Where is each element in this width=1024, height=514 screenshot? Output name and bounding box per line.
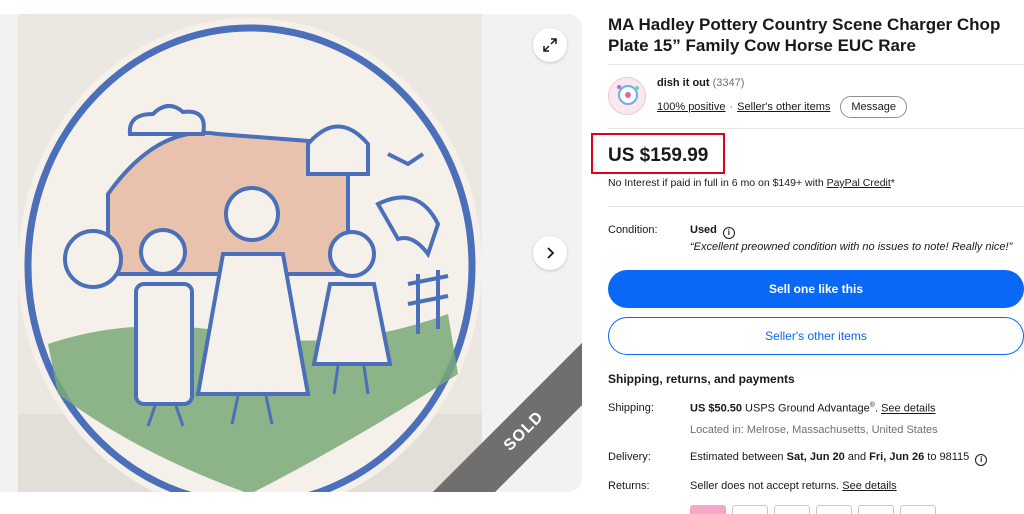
returns-value: Seller does not accept returns. See deta… (690, 480, 897, 492)
seller-logo-icon (609, 78, 645, 114)
item-info-panel: MA Hadley Pottery Country Scene Charger … (591, 0, 1024, 514)
delivery-label: Delivery: (608, 451, 651, 463)
condition-description: “Excellent preowned condition with no is… (690, 241, 1013, 253)
delivery-prefix: Estimated between (690, 451, 787, 463)
condition-label: Condition: (608, 224, 658, 236)
sellers-other-items-link[interactable]: Seller's other items (737, 101, 830, 113)
payment-icon (858, 505, 894, 514)
plate-image (18, 14, 482, 492)
shipping-price: US $50.50 (690, 402, 742, 415)
returns-see-details-link[interactable]: See details (842, 480, 896, 492)
seller-card: dish it out (3347) 100% positive · Selle… (608, 74, 1024, 120)
expand-button[interactable] (533, 28, 567, 62)
shipping-value: US $50.50 USPS Ground Advantage®. See de… (690, 402, 936, 415)
seller-links: 100% positive · Seller's other items Mes… (657, 96, 908, 118)
financing-copy: No Interest if paid in full in 6 mo on $… (608, 177, 827, 189)
payment-icon (774, 505, 810, 514)
returns-label: Returns: (608, 480, 650, 492)
image-gallery: SOLD (0, 14, 582, 492)
seller-feedback-count: (3347) (712, 77, 745, 89)
seller-avatar[interactable] (608, 77, 646, 115)
shipping-service: USPS Ground Advantage (741, 402, 870, 415)
divider (608, 64, 1024, 65)
delivery-suffix: to 98115 (924, 451, 970, 463)
divider (608, 128, 1024, 129)
info-icon[interactable]: i (722, 226, 735, 239)
delivery-value: Estimated between Sat, Jun 20 and Fri, J… (690, 451, 988, 466)
seller-name[interactable]: dish it out (657, 77, 710, 89)
message-button[interactable]: Message (840, 96, 908, 118)
payment-icon (732, 505, 768, 514)
positive-feedback-link[interactable]: 100% positive (657, 101, 726, 113)
seller-name-line: dish it out (3347) (657, 77, 744, 89)
divider (608, 206, 1024, 207)
payment-methods (690, 505, 936, 514)
returns-text: Seller does not accept returns. (690, 480, 843, 492)
chevron-right-icon (547, 247, 555, 259)
item-photo[interactable] (18, 14, 482, 492)
sold-label: SOLD (500, 408, 548, 455)
shipping-label: Shipping: (608, 402, 654, 414)
shipping-see-details-link[interactable]: See details (881, 403, 935, 415)
condition-value-line: Used i (690, 224, 735, 239)
delivery-start: Sat, Jun 20 (786, 451, 845, 463)
sell-one-like-this-button[interactable]: Sell one like this (608, 270, 1024, 308)
sellers-other-items-button[interactable]: Seller's other items (608, 317, 1024, 355)
delivery-and: and (844, 451, 870, 463)
item-location: Located in: Melrose, Massachusetts, Unit… (690, 424, 938, 436)
listing-title: MA Hadley Pottery Country Scene Charger … (608, 15, 1001, 55)
payment-icon (816, 505, 852, 514)
info-icon[interactable]: i (975, 453, 988, 466)
separator-dot: · (729, 101, 734, 113)
delivery-end: Fri, Jun 26 (869, 451, 925, 463)
payment-icon (690, 505, 726, 514)
paypal-credit-link[interactable]: PayPal Credit (827, 177, 891, 189)
next-image-button[interactable] (533, 236, 567, 270)
financing-suffix: * (890, 177, 895, 189)
price: US $159.99 (608, 145, 709, 166)
expand-icon (543, 38, 557, 52)
shipping-section-title: Shipping, returns, and payments (608, 372, 795, 386)
condition-value: Used (690, 224, 717, 236)
financing-text: No Interest if paid in full in 6 mo on $… (608, 177, 895, 189)
payment-icon (900, 505, 936, 514)
